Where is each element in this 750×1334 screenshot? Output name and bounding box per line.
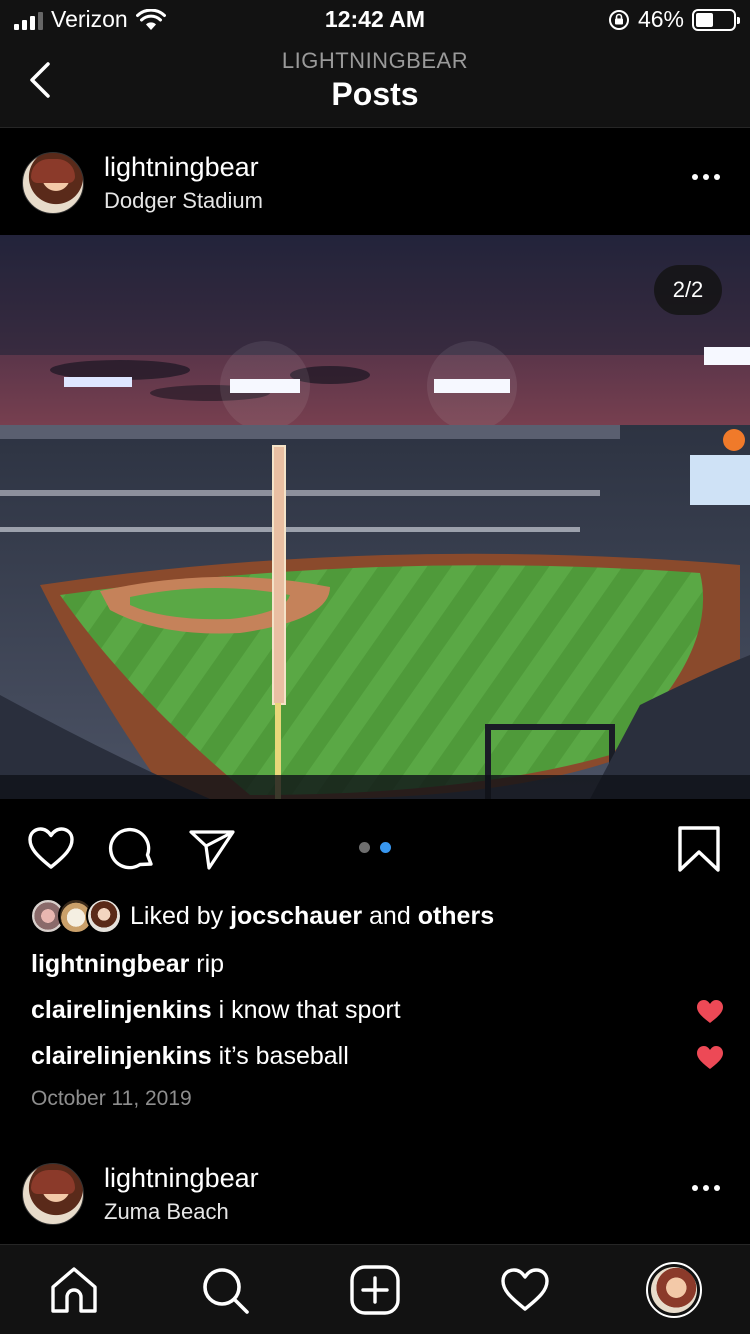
status-bar: Verizon 12:42 AM 46% [0, 0, 750, 42]
new-post-icon[interactable] [348, 1263, 402, 1317]
comment-text: i know that sport [211, 996, 401, 1024]
rotation-lock-icon [608, 9, 629, 30]
share-icon[interactable] [187, 824, 237, 874]
nav-subtitle: LIGHTNINGBEAR [281, 48, 469, 73]
comment-text: it’s baseball [211, 1042, 349, 1070]
likes-others[interactable]: others [418, 902, 494, 930]
carousel-dot [359, 842, 370, 853]
caption-text: rip [189, 950, 225, 978]
liker-avatar [86, 898, 122, 934]
post-username[interactable]: lightningbear [104, 152, 259, 183]
comment: clairelinjenkins i know that sport [31, 996, 401, 1025]
post-image[interactable]: 2/2 [0, 235, 750, 799]
next-post-header: lightningbear Zuma Beach [0, 1141, 750, 1245]
liker-username[interactable]: jocschauer [230, 902, 362, 930]
activity-icon[interactable] [498, 1263, 552, 1317]
comment-username[interactable]: clairelinjenkins [31, 1042, 212, 1070]
more-options-button[interactable] [692, 174, 720, 180]
post-username[interactable]: lightningbear [104, 1163, 259, 1194]
bottom-tab-bar [0, 1244, 750, 1334]
comment-like-heart-icon[interactable] [696, 999, 724, 1025]
post-header: lightningbear Dodger Stadium [0, 130, 750, 234]
status-right: 46% [608, 6, 740, 33]
carousel-dots [359, 842, 391, 853]
caption: lightningbear rip [31, 950, 224, 979]
stadium-photo [0, 235, 750, 799]
search-icon[interactable] [198, 1263, 252, 1317]
comment-username[interactable]: clairelinjenkins [31, 996, 212, 1024]
post-date: October 11, 2019 [31, 1087, 192, 1110]
likes-row[interactable]: Liked by jocschauer and others [30, 896, 494, 936]
comment-icon[interactable] [107, 824, 157, 874]
nav-header: LIGHTNINGBEAR Posts [0, 42, 750, 128]
comment: clairelinjenkins it’s baseball [31, 1042, 349, 1071]
post-location[interactable]: Dodger Stadium [104, 188, 263, 214]
heart-icon[interactable] [26, 824, 76, 874]
likes-prefix: Liked by [130, 901, 231, 930]
carousel-counter: 2/2 [654, 265, 722, 315]
battery-icon [692, 8, 740, 31]
post-actions [0, 810, 750, 882]
profile-avatar[interactable] [646, 1262, 702, 1318]
battery-percent: 46% [637, 6, 684, 32]
more-options-button[interactable] [692, 1185, 720, 1191]
avatar[interactable] [22, 1163, 84, 1225]
carousel-dot [380, 842, 391, 853]
post-location[interactable]: Zuma Beach [104, 1199, 229, 1225]
caption-username[interactable]: lightningbear [31, 950, 189, 978]
avatar[interactable] [22, 152, 84, 214]
bookmark-icon[interactable] [674, 824, 724, 874]
home-icon[interactable] [47, 1263, 101, 1317]
likes-text: Liked by jocschauer and others [130, 902, 494, 931]
likes-middle: and [362, 901, 418, 930]
liker-avatars [30, 898, 122, 934]
page-title: Posts [331, 76, 419, 112]
comment-like-heart-icon[interactable] [696, 1045, 724, 1071]
